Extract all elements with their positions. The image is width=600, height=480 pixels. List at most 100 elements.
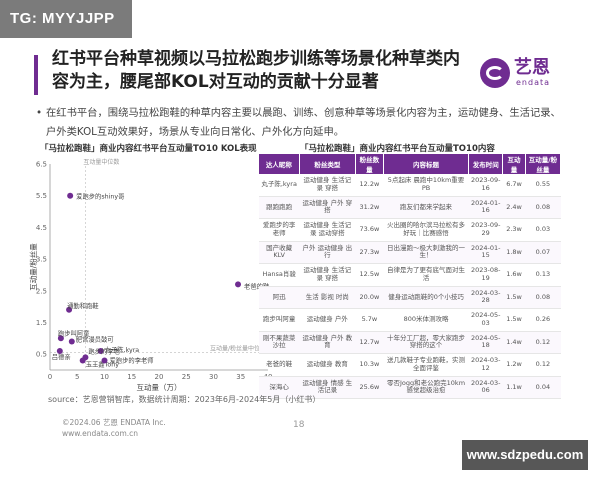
table-cell: 2024-03-06 xyxy=(468,376,503,399)
table-cell: 2024-05-18 xyxy=(468,331,503,354)
table-cell: 31.2w xyxy=(355,196,384,219)
table-cell: 刚不果蔬菜沙拉 xyxy=(259,331,300,354)
table-cell: 10.3w xyxy=(355,353,384,377)
table-cell: 0.08 xyxy=(525,286,561,309)
table-row: 丸子陈,kyra 运动健身 生活记录 穿搭 12.2w 5点起床 晨跑中10km重要P… xyxy=(259,174,561,197)
point-label: 通勤和跑鞋 xyxy=(67,301,99,310)
table-cell: 健身运动跑鞋的0个小技巧 xyxy=(383,286,469,309)
table-header-cell: 内容标题 xyxy=(383,154,470,174)
table-cell: 老爸的鞋 xyxy=(259,353,300,377)
watermark: www.sdzpedu.com xyxy=(462,440,588,470)
table-cell: Hansa肖骏 xyxy=(259,263,300,287)
y-median-label: 互动量/粉丝量中位数 xyxy=(210,345,266,353)
y-tick-label: 4.5 xyxy=(36,224,47,232)
y-tick-label: 1.5 xyxy=(36,319,47,327)
table-row: 国产收藏KLV 户外 运动健身 出行 27.3w 日出漫跑～极大刺激我的一生！ 2024… xyxy=(259,241,561,264)
table-row: 阿迅 生活 影视 时尚 20.0w 健身运动跑鞋的0个小技巧 2024-03-28 1.5… xyxy=(259,286,561,309)
table-cell: 800米体测攻略 xyxy=(383,308,469,332)
table-cell: 5.7w xyxy=(355,308,384,332)
table-cell: 爱跑步的李老师 xyxy=(259,218,300,242)
table-cell: 12.7w xyxy=(355,331,384,354)
summary-text: 在红书平台，围绕马拉松跑鞋的种草内容主要以晨跑、训练、创意种草等场景化内容为主，… xyxy=(46,107,561,138)
table-title: 「马拉松跑鞋」商业内容红书平台互动量TO10内容 xyxy=(300,144,495,154)
y-tick-label: 6.5 xyxy=(36,161,47,169)
table-cell: 阿迅 xyxy=(259,286,300,309)
table-cell: 73.6w xyxy=(355,218,384,242)
table-row: 刚不果蔬菜沙拉 运动健身 户外 教育 12.7w 十年分工厂超，零大家跑步穿搭的这个 2… xyxy=(259,331,561,354)
table-cell: 0.03 xyxy=(525,218,561,242)
table-cell: 1.6w xyxy=(502,263,526,287)
table-header-row: 达人昵称 粉丝类型 粉丝数量 内容标题 发布时间 互动量 互动量/粉丝量 xyxy=(259,154,562,174)
tg-badge: TG: MYYJJPP xyxy=(0,0,132,38)
table-cell: 20.0w xyxy=(355,286,384,309)
logo-name: 艺恩 xyxy=(514,57,550,78)
table-cell: 十年分工厂超，零大家跑步穿搭的这个 xyxy=(383,331,469,354)
point-label: 跑步的李老 xyxy=(88,346,119,355)
logo-sub: endata xyxy=(516,78,551,87)
table-cell: 5点起床 晨跑中10km重要PB xyxy=(383,174,469,197)
table-cell: 跟跑跑跑 xyxy=(259,196,300,219)
point-label: 爱跑步的李老师 xyxy=(110,355,154,364)
table-header-cell: 达人昵称 xyxy=(259,154,300,174)
scatter-point xyxy=(101,357,108,364)
table-header-cell: 发布时间 xyxy=(468,154,504,174)
table-cell: 2023-08-19 xyxy=(468,263,503,287)
table-cell: 0.13 xyxy=(525,263,561,287)
logo-icon xyxy=(480,58,510,88)
table-cell: 丸子陈,kyra xyxy=(259,174,300,197)
x-tick-label: 35 xyxy=(236,373,245,381)
table-cell: 跑步叫阿童 xyxy=(259,308,300,332)
table-cell: 1.4w xyxy=(502,331,526,354)
table-cell: 运动健身 生活记录 穿搭 xyxy=(299,263,356,287)
table-cell: 自律是为了更有底气面对生活 xyxy=(383,263,469,287)
bullet-dot-icon: • xyxy=(36,107,43,119)
source-note: source：艺恩营销智库，数据统计周期：2023年6月-2024年5月（小红书… xyxy=(48,395,321,404)
table-cell: 日出漫跑～极大刺激我的一生！ xyxy=(383,241,469,264)
table-cell: 2024-03-28 xyxy=(468,286,503,309)
table-header-cell: 粉丝数量 xyxy=(355,154,384,174)
table-row: 跑步叫阿童 运动健身 户外 5.7w 800米体测攻略 2024-05-03 1.5w 0.… xyxy=(259,308,561,332)
table-cell: 2024-03-12 xyxy=(468,353,503,377)
table-cell: 1.1w xyxy=(502,376,526,399)
table-cell: 0.07 xyxy=(525,241,561,264)
x-tick-label: 10 xyxy=(100,373,109,381)
top10-content-table: 达人昵称 粉丝类型 粉丝数量 内容标题 发布时间 互动量 互动量/粉丝量 丸子陈,kyra 运… xyxy=(259,154,562,399)
x-tick-label: 5 xyxy=(75,373,79,381)
x-tick-label: 0 xyxy=(48,373,52,381)
summary-bullet: • 在红书平台，围绕马拉松跑鞋的种草内容主要以晨跑、训练、创意种草等场景化内容为… xyxy=(36,104,566,142)
y-axis-label: 互动量/粉丝量 xyxy=(28,243,38,291)
x-axis-label: 互动量（万） xyxy=(137,382,182,392)
table-cell: 1.5w xyxy=(502,308,526,332)
table-cell: 运动健身 教育 xyxy=(299,353,356,377)
table-cell: 运动健身 生活记录 穿搭 xyxy=(299,174,356,197)
table-header-cell: 互动量 xyxy=(502,154,526,174)
table-cell: 0.04 xyxy=(525,376,561,399)
table-header-cell: 互动量/粉丝量 xyxy=(525,154,562,174)
table-cell: 2024-05-03 xyxy=(468,308,503,332)
table-cell: 运动健身 生活记录 运动穿搭 xyxy=(299,218,356,242)
scatter-point xyxy=(68,338,75,345)
website: www.endata.com.cn xyxy=(62,429,139,438)
table-cell: 2024-01-15 xyxy=(468,241,503,264)
table-cell: 25.6w xyxy=(355,376,384,399)
table-cell: 2024-01-16 xyxy=(468,196,503,219)
table-cell: 1.8w xyxy=(502,241,526,264)
table-cell: 0.12 xyxy=(525,331,561,354)
table-cell: 0.26 xyxy=(525,308,561,332)
table-cell: 0.12 xyxy=(525,353,561,377)
table-cell: 运动健身 户外 穿搭 xyxy=(299,196,356,219)
scatter-point xyxy=(235,281,242,288)
table-cell: 2.3w xyxy=(502,218,526,242)
copyright: ©2024.06 艺恩 ENDATA Inc. xyxy=(62,418,166,427)
page-number: 18 xyxy=(293,420,305,430)
table-cell: 运动健身 户外 教育 xyxy=(299,331,356,354)
y-tick-label: 5.5 xyxy=(36,192,47,200)
table-row: 跟跑跑跑 运动健身 户外 穿搭 31.2w 跑友们都来学起来 2024-01-16 2.4… xyxy=(259,196,561,219)
point-label: 吕德亲 xyxy=(52,352,71,361)
table-cell: 跑友们都来学起来 xyxy=(383,196,469,219)
scatter-point xyxy=(67,192,74,199)
x-tick-label: 15 xyxy=(127,373,136,381)
table-cell: 0.55 xyxy=(525,174,561,197)
table-row: Hansa肖骏 运动健身 生活记录 穿搭 12.5w 自律是为了更有底气面对生活 202… xyxy=(259,263,561,287)
table-row: 爱跑步的李老师 运动健身 生活记录 运动穿搭 73.6w 火出圈的哈尔滨马拉松有多好玩… xyxy=(259,218,561,242)
